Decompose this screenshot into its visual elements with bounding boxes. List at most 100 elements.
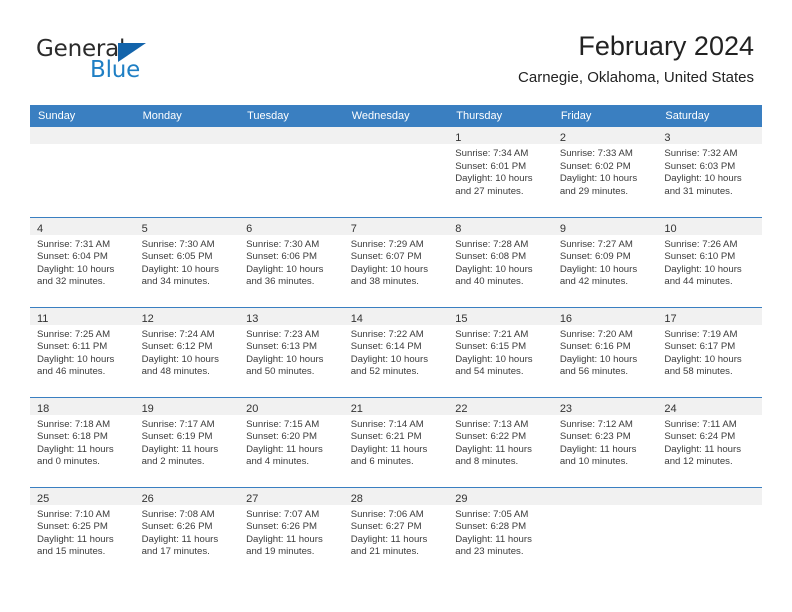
calendar-day-cell[interactable]: 23 Sunrise: 7:12 AM Sunset: 6:23 PM Dayligh… <box>552 396 658 487</box>
calendar-day-cell[interactable]: 1 Sunrise: 7:34 AM Sunset: 6:01 PM Daylight… <box>448 127 553 217</box>
daylight-text-line1: Daylight: 10 hours <box>455 353 533 365</box>
sunrise-text: Sunrise: 7:26 AM <box>664 238 738 250</box>
calendar-day-cell[interactable]: 28 Sunrise: 7:06 AM Sunset: 6:27 PM Dayligh… <box>343 486 449 577</box>
calendar-day-cell[interactable]: 16 Sunrise: 7:20 AM Sunset: 6:16 PM Dayligh… <box>552 306 658 397</box>
daylight-text-line2: and 44 minutes. <box>664 276 733 288</box>
calendar-day-cell[interactable]: 14 Sunrise: 7:22 AM Sunset: 6:14 PM Dayligh… <box>343 306 449 397</box>
day-number-strip: 18 <box>30 397 135 415</box>
daylight-text-line2: and 32 minutes. <box>37 276 106 288</box>
sunrise-text: Sunrise: 7:33 AM <box>559 148 633 159</box>
day-number-strip: 1 <box>448 127 553 144</box>
calendar-day-cell[interactable]: 5 Sunrise: 7:30 AM Sunset: 6:05 PM Daylight… <box>134 216 240 307</box>
daylight-text-line2: and 4 minutes. <box>246 456 310 468</box>
day-details: Sunrise: 7:27 AM Sunset: 6:09 PM Daylight:… <box>553 235 658 289</box>
sunrise-text: Sunrise: 7:30 AM <box>141 238 215 250</box>
day-number-strip: 29 <box>448 487 553 505</box>
sunset-text: Sunset: 6:05 PM <box>141 251 213 263</box>
day-details: Sunrise: 7:19 AM Sunset: 6:17 PM Daylight:… <box>657 325 762 379</box>
calendar-day-cell[interactable]: 13 Sunrise: 7:23 AM Sunset: 6:13 PM Dayligh… <box>239 306 344 397</box>
sunset-text: Sunset: 6:14 PM <box>350 341 422 353</box>
calendar-day-cell[interactable]: 26 Sunrise: 7:08 AM Sunset: 6:26 PM Dayligh… <box>134 486 240 577</box>
calendar-day-cell[interactable]: 10 Sunrise: 7:26 AM Sunset: 6:10 PM Dayligh… <box>657 216 762 307</box>
day-details: Sunrise: 7:24 AM Sunset: 6:12 PM Daylight:… <box>135 325 240 379</box>
daylight-text-line1: Daylight: 11 hours <box>37 533 114 545</box>
daylight-text-line2: and 2 minutes. <box>141 456 205 468</box>
day-number-strip: 10 <box>657 217 762 235</box>
daylight-text-line2: and 23 minutes. <box>455 546 524 558</box>
day-number: 16 <box>559 312 573 325</box>
sunset-text: Sunset: 6:20 PM <box>246 431 318 443</box>
daylight-text-line1: Daylight: 10 hours <box>455 263 533 275</box>
sunrise-text: Sunrise: 7:11 AM <box>664 418 737 430</box>
day-number-strip: 4 <box>30 217 135 235</box>
sunset-text: Sunset: 6:11 PM <box>37 341 108 353</box>
sunrise-text: Sunrise: 7:21 AM <box>455 328 529 340</box>
sunset-text: Sunset: 6:10 PM <box>664 251 736 263</box>
day-number-strip: 25 <box>30 487 135 505</box>
daylight-text-line2: and 0 minutes. <box>37 456 100 468</box>
daylight-text-line2: and 12 minutes. <box>664 456 733 468</box>
day-number: 3 <box>664 132 671 144</box>
sunrise-text: Sunrise: 7:07 AM <box>246 508 320 520</box>
general-blue-logo[interactable]: General Blue <box>36 36 266 92</box>
daylight-text-line2: and 46 minutes. <box>37 366 106 378</box>
daylight-text-line2: and 8 minutes. <box>455 456 519 468</box>
sunrise-text: Sunrise: 7:30 AM <box>246 238 320 250</box>
sunrise-text: Sunrise: 7:18 AM <box>37 418 111 430</box>
sunset-text: Sunset: 6:24 PM <box>664 431 736 443</box>
calendar-day-cell[interactable]: 25 Sunrise: 7:10 AM Sunset: 6:25 PM Dayligh… <box>30 486 135 577</box>
calendar-day-cell[interactable]: 3 Sunrise: 7:32 AM Sunset: 6:03 PM Daylight… <box>657 127 762 217</box>
calendar-day-cell[interactable]: 17 Sunrise: 7:19 AM Sunset: 6:17 PM Dayligh… <box>657 306 762 397</box>
daylight-text-line2: and 10 minutes. <box>559 456 629 468</box>
sunset-text: Sunset: 6:08 PM <box>455 251 527 263</box>
calendar-day-cell-empty <box>552 486 658 577</box>
daylight-text-line1: Daylight: 11 hours <box>559 443 637 455</box>
day-number-strip <box>134 127 240 144</box>
calendar-day-cell[interactable]: 9 Sunrise: 7:27 AM Sunset: 6:09 PM Daylight… <box>552 216 658 307</box>
day-number: 18 <box>37 402 50 415</box>
day-number: 20 <box>246 402 259 415</box>
day-number-strip: 14 <box>343 307 449 325</box>
calendar-day-cell[interactable]: 22 Sunrise: 7:13 AM Sunset: 6:22 PM Dayligh… <box>448 396 553 487</box>
day-number-strip <box>343 127 449 144</box>
calendar-day-cell[interactable]: 12 Sunrise: 7:24 AM Sunset: 6:12 PM Dayligh… <box>134 306 240 397</box>
daylight-text-line1: Daylight: 10 hours <box>141 353 219 365</box>
day-number: 12 <box>141 312 154 325</box>
calendar-day-cell[interactable]: 24 Sunrise: 7:11 AM Sunset: 6:24 PM Dayligh… <box>657 396 762 487</box>
day-number-strip: 3 <box>657 127 762 144</box>
sunrise-text: Sunrise: 7:20 AM <box>559 328 633 340</box>
calendar-day-cell[interactable]: 15 Sunrise: 7:21 AM Sunset: 6:15 PM Dayligh… <box>448 306 553 397</box>
calendar-day-cell[interactable]: 29 Sunrise: 7:05 AM Sunset: 6:28 PM Dayligh… <box>448 486 553 577</box>
daylight-text-line2: and 31 minutes. <box>664 185 733 197</box>
sunset-text: Sunset: 6:15 PM <box>455 341 527 353</box>
calendar-day-cell[interactable]: 27 Sunrise: 7:07 AM Sunset: 6:26 PM Dayligh… <box>239 486 344 577</box>
calendar-day-cell[interactable]: 19 Sunrise: 7:17 AM Sunset: 6:19 PM Dayligh… <box>134 396 240 487</box>
calendar-day-cell[interactable]: 21 Sunrise: 7:14 AM Sunset: 6:21 PM Dayligh… <box>343 396 449 487</box>
daylight-text-line1: Daylight: 11 hours <box>37 443 114 455</box>
calendar-day-cell[interactable]: 8 Sunrise: 7:28 AM Sunset: 6:08 PM Daylight… <box>448 216 553 307</box>
daylight-text-line1: Daylight: 11 hours <box>350 443 428 455</box>
calendar-day-cell[interactable]: 20 Sunrise: 7:15 AM Sunset: 6:20 PM Dayligh… <box>239 396 344 487</box>
calendar-day-cell[interactable]: 2 Sunrise: 7:33 AM Sunset: 6:02 PM Daylight… <box>552 127 658 217</box>
calendar-grid: Sunday Monday Tuesday Wednesday Thursday… <box>30 105 762 577</box>
sunset-text: Sunset: 6:12 PM <box>141 341 213 353</box>
calendar-day-cell[interactable]: 11 Sunrise: 7:25 AM Sunset: 6:11 PM Dayligh… <box>30 306 135 397</box>
day-number: 19 <box>141 402 154 415</box>
day-number: 24 <box>664 402 677 415</box>
daylight-text-line1: Daylight: 10 hours <box>559 263 638 275</box>
calendar-day-cell[interactable]: 6 Sunrise: 7:30 AM Sunset: 6:06 PM Daylight… <box>239 216 344 307</box>
day-number: 21 <box>350 402 363 415</box>
day-details: Sunrise: 7:23 AM Sunset: 6:13 PM Daylight:… <box>239 325 344 379</box>
sunset-text: Sunset: 6:28 PM <box>455 521 527 533</box>
sunrise-text: Sunrise: 7:19 AM <box>664 328 738 340</box>
calendar-week-row: 25 Sunrise: 7:10 AM Sunset: 6:25 PM Dayligh… <box>30 486 762 577</box>
sunset-text: Sunset: 6:01 PM <box>455 160 527 172</box>
day-number-strip: 13 <box>239 307 344 325</box>
sunset-text: Sunset: 6:19 PM <box>141 431 213 443</box>
calendar-day-cell[interactable]: 4 Sunrise: 7:31 AM Sunset: 6:04 PM Daylight… <box>30 216 135 307</box>
calendar-day-cell[interactable]: 7 Sunrise: 7:29 AM Sunset: 6:07 PM Daylight… <box>343 216 449 307</box>
daylight-text-line2: and 38 minutes. <box>350 276 419 288</box>
daylight-text-line1: Daylight: 10 hours <box>664 353 742 365</box>
daylight-text-line1: Daylight: 11 hours <box>246 533 323 545</box>
calendar-day-cell[interactable]: 18 Sunrise: 7:18 AM Sunset: 6:18 PM Dayligh… <box>30 396 135 487</box>
